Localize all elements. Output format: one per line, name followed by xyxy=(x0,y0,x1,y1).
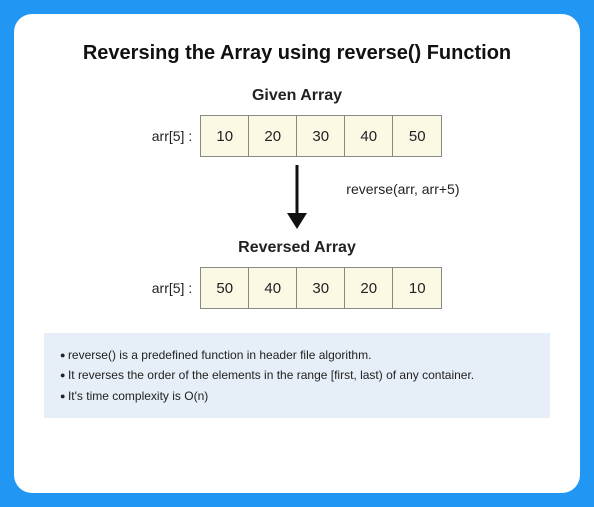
notes-box: reverse() is a predefined function in he… xyxy=(44,333,550,418)
operation-label: reverse(arr, arr+5) xyxy=(346,181,459,197)
arrow-down-icon xyxy=(282,165,312,231)
given-array-heading: Given Array xyxy=(44,87,550,105)
reversed-array-heading: Reversed Array xyxy=(44,239,550,257)
cell: 30 xyxy=(297,116,345,156)
cell: 40 xyxy=(345,116,393,156)
cell: 30 xyxy=(297,268,345,308)
cell: 50 xyxy=(393,116,441,156)
cell: 10 xyxy=(393,268,441,308)
cell: 20 xyxy=(345,268,393,308)
cell: 40 xyxy=(249,268,297,308)
diagram-card: Reversing the Array using reverse() Func… xyxy=(14,14,580,493)
note-line: reverse() is a predefined function in he… xyxy=(60,345,536,365)
arrow-section: reverse(arr, arr+5) xyxy=(44,163,550,233)
reversed-array-label: arr[5] : xyxy=(152,280,192,296)
cell: 50 xyxy=(201,268,249,308)
reversed-array-row: arr[5] : 50 40 30 20 10 xyxy=(44,267,550,309)
note-line: It reverses the order of the elements in… xyxy=(60,365,536,385)
given-array-row: arr[5] : 10 20 30 40 50 xyxy=(44,115,550,157)
note-line: It's time complexity is O(n) xyxy=(60,386,536,406)
page-title: Reversing the Array using reverse() Func… xyxy=(44,42,550,65)
given-array-label: arr[5] : xyxy=(152,128,192,144)
reversed-array-cells: 50 40 30 20 10 xyxy=(200,267,442,309)
cell: 10 xyxy=(201,116,249,156)
given-array-cells: 10 20 30 40 50 xyxy=(200,115,442,157)
cell: 20 xyxy=(249,116,297,156)
